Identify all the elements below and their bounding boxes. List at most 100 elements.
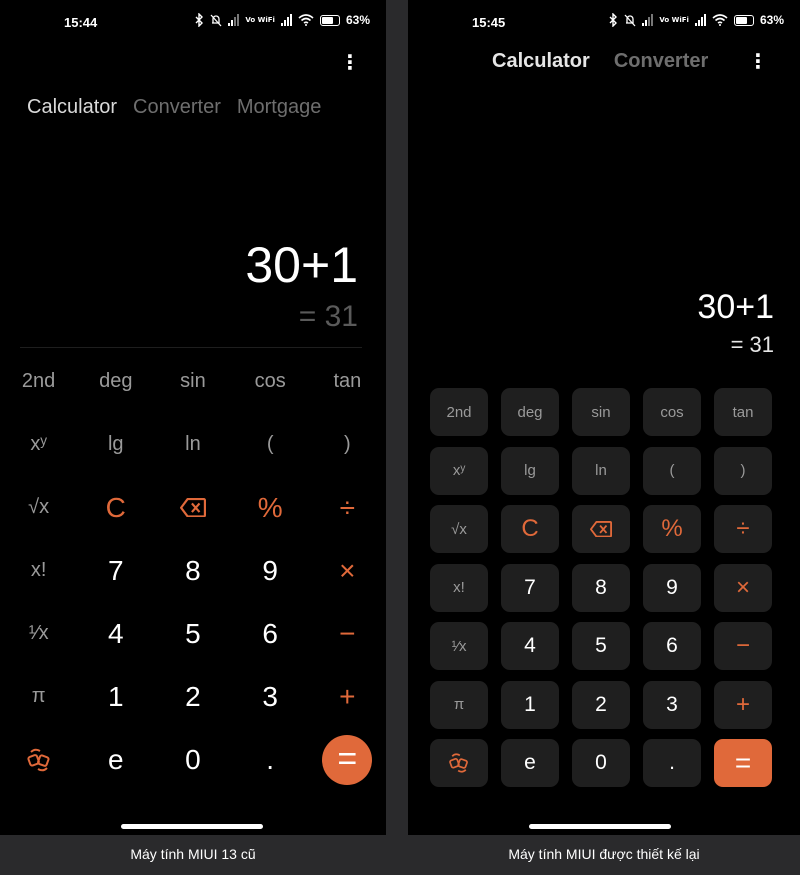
clear-key[interactable]: C <box>77 476 154 539</box>
deg-key[interactable]: deg <box>77 350 154 413</box>
divide-key-label: ÷ <box>339 491 356 523</box>
percent-key[interactable]: % <box>643 505 701 553</box>
pi-key[interactable]: π <box>430 680 488 729</box>
vowifi-icon: Vo WiFi <box>245 15 275 24</box>
equals-key[interactable]: = <box>309 728 386 791</box>
digit-5-key[interactable]: 5 <box>572 622 630 670</box>
sqrt-key[interactable]: √x <box>0 476 77 539</box>
more-options-icon[interactable]: ⋮ <box>340 52 360 72</box>
e-key-label: e <box>524 751 536 774</box>
close-paren-key[interactable]: ) <box>714 446 772 495</box>
tab-calculator[interactable]: Calculator <box>27 96 117 119</box>
digit-8-key-label: 8 <box>595 575 607 599</box>
clear-key[interactable]: C <box>501 505 559 553</box>
power-key[interactable]: xʸ <box>0 413 77 476</box>
cos-key[interactable]: cos <box>232 350 309 413</box>
pi-key-label: π <box>453 696 465 713</box>
digit-4-key[interactable]: 4 <box>501 622 559 670</box>
lg-key[interactable]: lg <box>77 413 154 476</box>
tab-calculator[interactable]: Calculator <box>492 50 590 73</box>
e-key[interactable]: e <box>501 739 559 787</box>
open-paren-key[interactable]: ( <box>232 413 309 476</box>
close-paren-key[interactable]: ) <box>309 413 386 476</box>
switch-icon <box>27 748 50 771</box>
keypad-row: √x C% ÷ <box>430 505 772 564</box>
battery-percent: 63% <box>345 13 370 27</box>
cos-key-label: cos <box>660 403 684 421</box>
ln-key-label: ln <box>595 462 607 479</box>
digit-0-key[interactable]: 0 <box>154 728 231 791</box>
sqrt-key[interactable]: √x <box>430 505 488 553</box>
redesigned-calculator-screen: 15:45 Vo WiFi 63% Calculator Converter ⋮… <box>408 0 800 835</box>
reciprocal-key[interactable]: ¹⁄x <box>0 602 77 665</box>
percent-key[interactable]: % <box>232 476 309 539</box>
plus-key-label: + <box>735 690 750 718</box>
status-bar: 15:44 Vo WiFi 63% <box>0 0 386 46</box>
digit-3-key[interactable]: 3 <box>232 665 309 728</box>
keypad-row: 2nd deg sin cos tan <box>430 388 772 447</box>
power-key[interactable]: xʸ <box>430 446 488 495</box>
digit-8-key[interactable]: 8 <box>154 539 231 602</box>
multiply-key[interactable]: × <box>714 563 772 612</box>
digit-5-key[interactable]: 5 <box>154 602 231 665</box>
tab-mortgage[interactable]: Mortgage <box>237 96 322 119</box>
cos-key[interactable]: cos <box>643 388 701 436</box>
tab-converter[interactable]: Converter <box>133 96 221 119</box>
decimal-key[interactable]: . <box>232 728 309 791</box>
ln-key[interactable]: ln <box>154 413 231 476</box>
equals-key-label: = <box>734 747 752 778</box>
second-key[interactable]: 2nd <box>430 388 488 436</box>
digit-7-key[interactable]: 7 <box>501 563 559 612</box>
deg-key[interactable]: deg <box>501 388 559 436</box>
digit-2-key[interactable]: 2 <box>572 680 630 729</box>
status-icons: Vo WiFi 63% <box>609 13 784 27</box>
tan-key[interactable]: tan <box>309 350 386 413</box>
digit-9-key[interactable]: 9 <box>232 539 309 602</box>
minus-key[interactable]: − <box>309 602 386 665</box>
home-indicator[interactable] <box>121 824 263 829</box>
plus-key[interactable]: + <box>309 665 386 728</box>
more-options-icon[interactable]: ⋮ <box>748 51 768 71</box>
digit-1-key[interactable]: 1 <box>501 680 559 729</box>
vowifi-icon: Vo WiFi <box>659 15 689 24</box>
digit-1-key[interactable]: 1 <box>77 665 154 728</box>
divide-key[interactable]: ÷ <box>714 505 772 553</box>
open-paren-key[interactable]: ( <box>643 446 701 495</box>
open-paren-key-label: ( <box>266 433 274 455</box>
lg-key[interactable]: lg <box>501 446 559 495</box>
second-key[interactable]: 2nd <box>0 350 77 413</box>
tan-key[interactable]: tan <box>714 388 772 436</box>
factorial-key[interactable]: x! <box>430 563 488 612</box>
plus-key[interactable]: + <box>714 680 772 729</box>
backspace-key[interactable] <box>572 505 630 553</box>
decimal-key[interactable]: . <box>643 739 701 787</box>
e-key[interactable]: e <box>77 728 154 791</box>
digit-7-key[interactable]: 7 <box>77 539 154 602</box>
digit-2-key[interactable]: 2 <box>154 665 231 728</box>
pi-key[interactable]: π <box>0 665 77 728</box>
digit-8-key[interactable]: 8 <box>572 563 630 612</box>
ln-key[interactable]: ln <box>572 446 630 495</box>
keypad-row: 2nd deg sin cos tan <box>0 350 386 413</box>
digit-6-key[interactable]: 6 <box>643 622 701 670</box>
digit-4-key[interactable]: 4 <box>77 602 154 665</box>
reciprocal-key[interactable]: ¹⁄x <box>430 622 488 670</box>
switch-mode-key[interactable] <box>0 728 77 791</box>
divide-key[interactable]: ÷ <box>309 476 386 539</box>
sin-key[interactable]: sin <box>572 388 630 436</box>
equals-key[interactable]: = <box>714 739 772 787</box>
tab-converter[interactable]: Converter <box>614 50 708 73</box>
switch-mode-key[interactable] <box>430 739 488 787</box>
backspace-key[interactable] <box>154 476 231 539</box>
factorial-key[interactable]: x! <box>0 539 77 602</box>
home-indicator[interactable] <box>529 824 671 829</box>
sin-key[interactable]: sin <box>154 350 231 413</box>
digit-0-key[interactable]: 0 <box>572 739 630 787</box>
second-key-label: 2nd <box>21 370 56 392</box>
minus-key[interactable]: − <box>714 622 772 670</box>
sqrt-key-label: √x <box>28 496 50 518</box>
digit-6-key[interactable]: 6 <box>232 602 309 665</box>
multiply-key[interactable]: × <box>309 539 386 602</box>
digit-9-key[interactable]: 9 <box>643 563 701 612</box>
digit-3-key[interactable]: 3 <box>643 680 701 729</box>
